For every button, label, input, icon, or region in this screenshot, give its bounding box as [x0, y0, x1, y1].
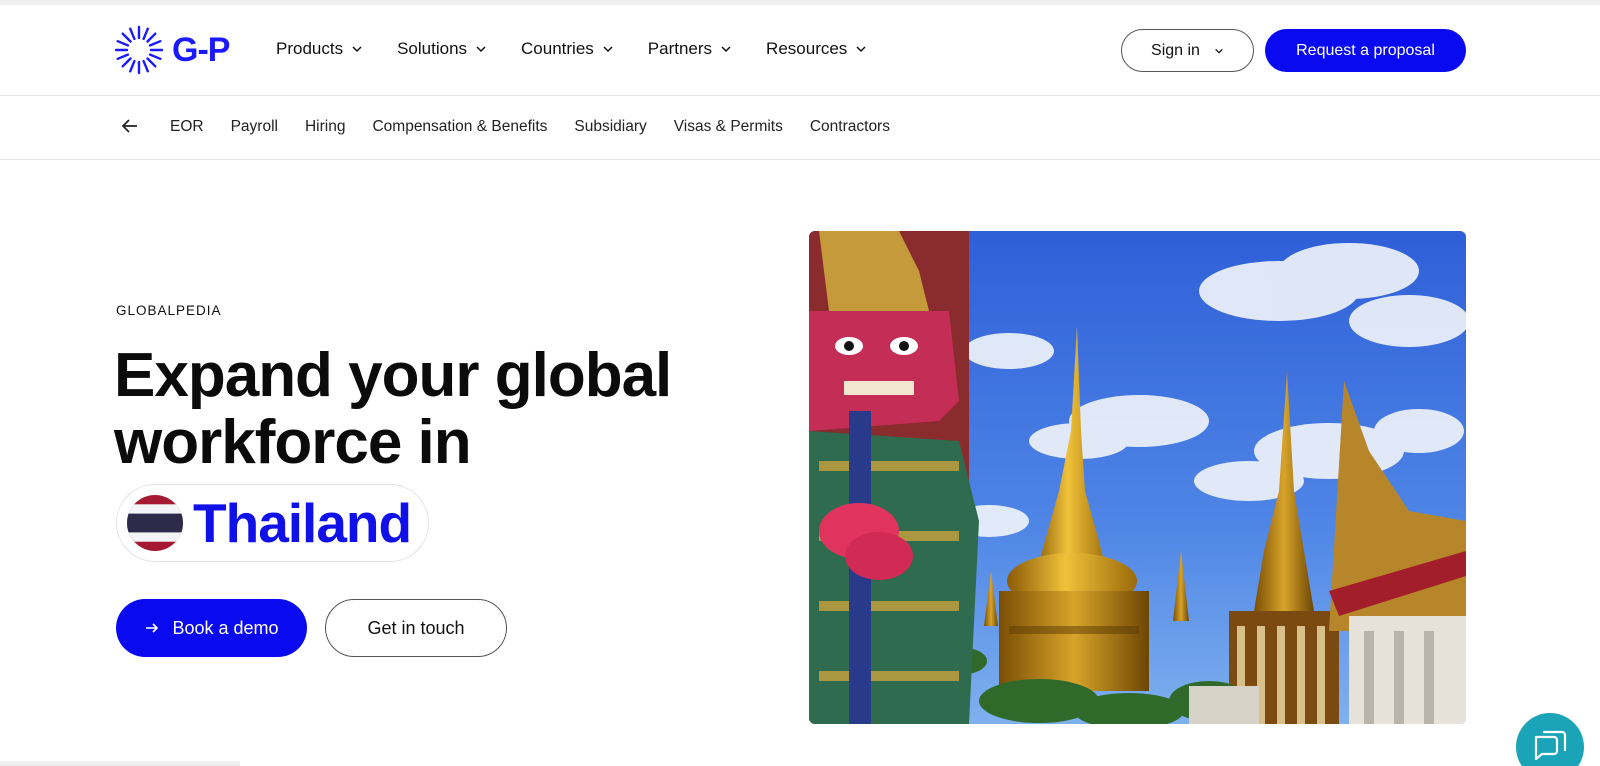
- subnav-item-payroll[interactable]: Payroll: [231, 118, 278, 136]
- subnav-item-compensation-benefits[interactable]: Compensation & Benefits: [372, 118, 547, 136]
- sunburst-logo-icon: [114, 25, 164, 75]
- headline-line-2: workforce in: [114, 408, 472, 477]
- country-name: Thailand: [193, 492, 412, 554]
- nav-item-label: Products: [276, 39, 344, 58]
- chevron-down-icon: [856, 46, 866, 53]
- nav-item-products[interactable]: Products: [276, 35, 363, 63]
- site-header: G-P Products Solutions Countries Partner…: [0, 5, 1600, 96]
- subnav-item-subsidiary[interactable]: Subsidiary: [574, 118, 646, 136]
- sign-in-button[interactable]: Sign in: [1121, 29, 1254, 72]
- brand-wordmark: G-P: [172, 30, 230, 69]
- subnav-item-eor[interactable]: EOR: [170, 118, 204, 136]
- sign-in-label: Sign in: [1151, 41, 1200, 59]
- nav-item-label: Solutions: [397, 39, 468, 58]
- book-demo-label: Book a demo: [172, 617, 279, 638]
- chat-launcher-button[interactable]: [1516, 713, 1584, 766]
- chat-bubbles-icon: [1534, 730, 1567, 761]
- arrow-left-icon[interactable]: [120, 116, 140, 136]
- main-nav: Products Solutions Countries Partners Re…: [276, 35, 901, 63]
- thailand-flag-icon: [127, 495, 183, 551]
- subnav-item-visas-permits[interactable]: Visas & Permits: [674, 118, 783, 136]
- chevron-down-icon: [603, 46, 613, 53]
- arrow-right-icon: [146, 623, 159, 633]
- request-proposal-button[interactable]: Request a proposal: [1265, 29, 1466, 72]
- temple-illustration: [809, 231, 1466, 724]
- chevron-down-icon: [352, 46, 362, 53]
- chevron-down-icon: [476, 46, 486, 53]
- subnav-item-contractors[interactable]: Contractors: [810, 118, 890, 136]
- headline-line-1: Expand your global: [114, 341, 672, 410]
- nav-item-label: Countries: [521, 39, 594, 58]
- nav-item-label: Resources: [766, 39, 848, 58]
- country-subnav: EOR Payroll Hiring Compensation & Benefi…: [0, 96, 1600, 160]
- hero-headline: Expand your global workforce in: [114, 342, 754, 476]
- nav-item-countries[interactable]: Countries: [521, 35, 614, 63]
- hero-image-thai-temple: [809, 231, 1466, 724]
- subnav-item-hiring[interactable]: Hiring: [305, 118, 345, 136]
- hero-eyebrow: GLOBALPEDIA: [116, 303, 222, 318]
- nav-item-label: Partners: [647, 39, 713, 58]
- get-in-touch-button[interactable]: Get in touch: [325, 599, 507, 657]
- chevron-down-icon: [721, 46, 731, 53]
- chevron-down-icon: [1215, 48, 1223, 54]
- nav-item-solutions[interactable]: Solutions: [397, 35, 487, 63]
- country-pill: Thailand: [116, 484, 429, 562]
- nav-item-partners[interactable]: Partners: [648, 35, 732, 63]
- bottom-edge: [0, 761, 240, 766]
- brand-logo[interactable]: G-P: [114, 25, 230, 75]
- nav-item-resources[interactable]: Resources: [766, 35, 867, 63]
- book-demo-button[interactable]: Book a demo: [116, 599, 307, 657]
